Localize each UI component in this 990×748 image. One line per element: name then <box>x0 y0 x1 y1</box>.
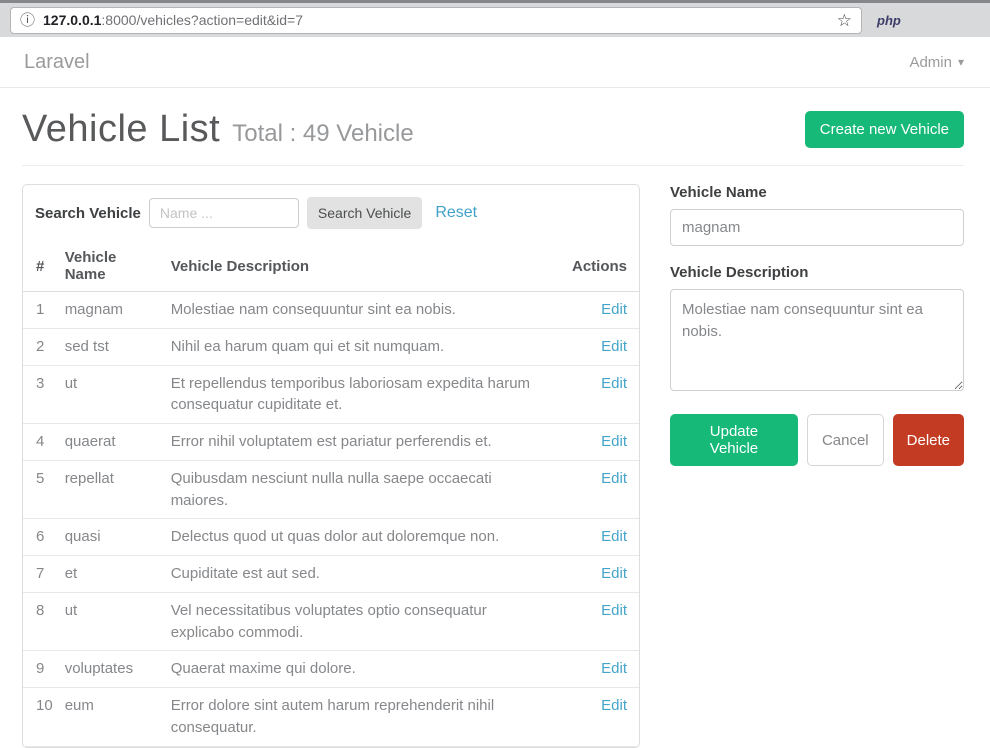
table-row: 9 voluptates Quaerat maxime qui dolore. … <box>23 651 639 688</box>
table-row: 1 magnam Molestiae nam consequuntur sint… <box>23 292 639 329</box>
row-number-cell: 5 <box>23 460 55 519</box>
brand-link[interactable]: Laravel <box>24 51 90 74</box>
vehicle-name-cell: et <box>55 556 161 593</box>
table-row: 3 ut Et repellendus temporibus laboriosa… <box>23 365 639 424</box>
page-title: Vehicle List <box>22 108 220 151</box>
edit-link[interactable]: Edit <box>601 660 627 677</box>
edit-link[interactable]: Edit <box>601 375 627 392</box>
update-vehicle-button[interactable]: Update Vehicle <box>670 414 798 466</box>
vehicle-description-cell: Quibusdam nesciunt nulla nulla saepe occ… <box>161 460 562 519</box>
edit-link[interactable]: Edit <box>601 338 627 355</box>
cancel-button[interactable]: Cancel <box>807 414 884 466</box>
table-row: 10 eum Error dolore sint autem harum rep… <box>23 688 639 747</box>
delete-button[interactable]: Delete <box>893 414 964 466</box>
vehicle-name-cell: voluptates <box>55 651 161 688</box>
create-new-vehicle-button[interactable]: Create new Vehicle <box>805 111 964 148</box>
vehicle-description-cell: Vel necessitatibus voluptates optio cons… <box>161 592 562 651</box>
content-columns: Search Vehicle Search Vehicle Reset # Ve… <box>22 184 964 748</box>
admin-dropdown[interactable]: Admin ▾ <box>909 54 964 71</box>
vehicle-name-input[interactable] <box>670 209 964 246</box>
column-header-num: # <box>23 241 55 292</box>
search-label: Search Vehicle <box>35 205 141 222</box>
edit-link[interactable]: Edit <box>601 697 627 714</box>
admin-dropdown-label: Admin <box>909 54 952 71</box>
row-number-cell: 9 <box>23 651 55 688</box>
total-count-subtitle: Total : 49 Vehicle <box>232 120 413 148</box>
reset-link[interactable]: Reset <box>435 204 477 222</box>
header-divider <box>22 165 964 166</box>
table-row: 8 ut Vel necessitatibus voluptates optio… <box>23 592 639 651</box>
column-header-description: Vehicle Description <box>161 241 562 292</box>
column-header-actions: Actions <box>562 241 639 292</box>
url-text: 127.0.0.1:8000/vehicles?action=edit&id=7 <box>43 12 829 28</box>
vehicle-description-cell: Error dolore sint autem harum reprehende… <box>161 688 562 747</box>
url-path: :8000/vehicles?action=edit&id=7 <box>101 12 303 28</box>
page-header: Vehicle List Total : 49 Vehicle Create n… <box>22 108 964 151</box>
bookmark-star-icon[interactable]: ☆ <box>837 12 852 29</box>
search-form: Search Vehicle Search Vehicle Reset <box>23 185 639 241</box>
row-number-cell: 3 <box>23 365 55 424</box>
vehicle-description-textarea[interactable]: Molestiae nam consequuntur sint ea nobis… <box>670 289 964 391</box>
name-form-group: Vehicle Name <box>670 184 964 246</box>
row-number-cell: 8 <box>23 592 55 651</box>
vehicle-name-cell: quaerat <box>55 424 161 461</box>
description-form-group: Vehicle Description Molestiae nam conseq… <box>670 264 964 396</box>
search-input[interactable] <box>149 198 299 228</box>
url-host: 127.0.0.1 <box>43 12 101 28</box>
vehicle-name-cell: eum <box>55 688 161 747</box>
table-row: 4 quaerat Error nihil voluptatem est par… <box>23 424 639 461</box>
table-row: 7 et Cupiditate est aut sed. Edit <box>23 556 639 593</box>
site-info-icon[interactable]: ⓘ <box>20 13 35 28</box>
vehicle-table: # Vehicle Name Vehicle Description Actio… <box>23 241 639 747</box>
row-number-cell: 7 <box>23 556 55 593</box>
row-number-cell: 10 <box>23 688 55 747</box>
edit-link[interactable]: Edit <box>601 433 627 450</box>
vehicle-description-cell: Cupiditate est aut sed. <box>161 556 562 593</box>
vehicle-name-label: Vehicle Name <box>670 184 964 201</box>
edit-link[interactable]: Edit <box>601 470 627 487</box>
row-number-cell: 2 <box>23 328 55 365</box>
row-number-cell: 1 <box>23 292 55 329</box>
vehicle-description-cell: Delectus quod ut quas dolor aut doloremq… <box>161 519 562 556</box>
vehicle-description-label: Vehicle Description <box>670 264 964 281</box>
vehicle-name-cell: ut <box>55 365 161 424</box>
column-header-name: Vehicle Name <box>55 241 161 292</box>
php-extension-badge[interactable]: php <box>877 13 901 28</box>
edit-link[interactable]: Edit <box>601 565 627 582</box>
vehicle-name-cell: magnam <box>55 292 161 329</box>
table-row: 6 quasi Delectus quod ut quas dolor aut … <box>23 519 639 556</box>
search-button[interactable]: Search Vehicle <box>307 197 422 229</box>
vehicle-table-head: # Vehicle Name Vehicle Description Actio… <box>23 241 639 292</box>
edit-link[interactable]: Edit <box>601 602 627 619</box>
table-row: 2 sed tst Nihil ea harum quam qui et sit… <box>23 328 639 365</box>
vehicle-name-cell: quasi <box>55 519 161 556</box>
browser-chrome: ⓘ 127.0.0.1:8000/vehicles?action=edit&id… <box>0 0 990 37</box>
vehicle-list-card: Search Vehicle Search Vehicle Reset # Ve… <box>22 184 640 748</box>
vehicle-table-body: 1 magnam Molestiae nam consequuntur sint… <box>23 292 639 747</box>
row-number-cell: 4 <box>23 424 55 461</box>
vehicle-name-cell: ut <box>55 592 161 651</box>
vehicle-name-cell: repellat <box>55 460 161 519</box>
caret-down-icon: ▾ <box>958 56 964 68</box>
vehicle-description-cell: Nihil ea harum quam qui et sit numquam. <box>161 328 562 365</box>
navbar: Laravel Admin ▾ <box>0 37 990 88</box>
vehicle-description-cell: Molestiae nam consequuntur sint ea nobis… <box>161 292 562 329</box>
url-bar[interactable]: ⓘ 127.0.0.1:8000/vehicles?action=edit&id… <box>10 7 862 34</box>
edit-link[interactable]: Edit <box>601 528 627 545</box>
edit-link[interactable]: Edit <box>601 301 627 318</box>
table-row: 5 repellat Quibusdam nesciunt nulla null… <box>23 460 639 519</box>
title-wrap: Vehicle List Total : 49 Vehicle <box>22 108 805 151</box>
vehicle-name-cell: sed tst <box>55 328 161 365</box>
vehicle-description-cell: Error nihil voluptatem est pariatur perf… <box>161 424 562 461</box>
vehicle-description-cell: Quaerat maxime qui dolore. <box>161 651 562 688</box>
edit-vehicle-form: Vehicle Name Vehicle Description Molesti… <box>670 184 964 466</box>
row-number-cell: 6 <box>23 519 55 556</box>
form-actions: Update Vehicle Cancel Delete <box>670 414 964 466</box>
vehicle-description-cell: Et repellendus temporibus laboriosam exp… <box>161 365 562 424</box>
